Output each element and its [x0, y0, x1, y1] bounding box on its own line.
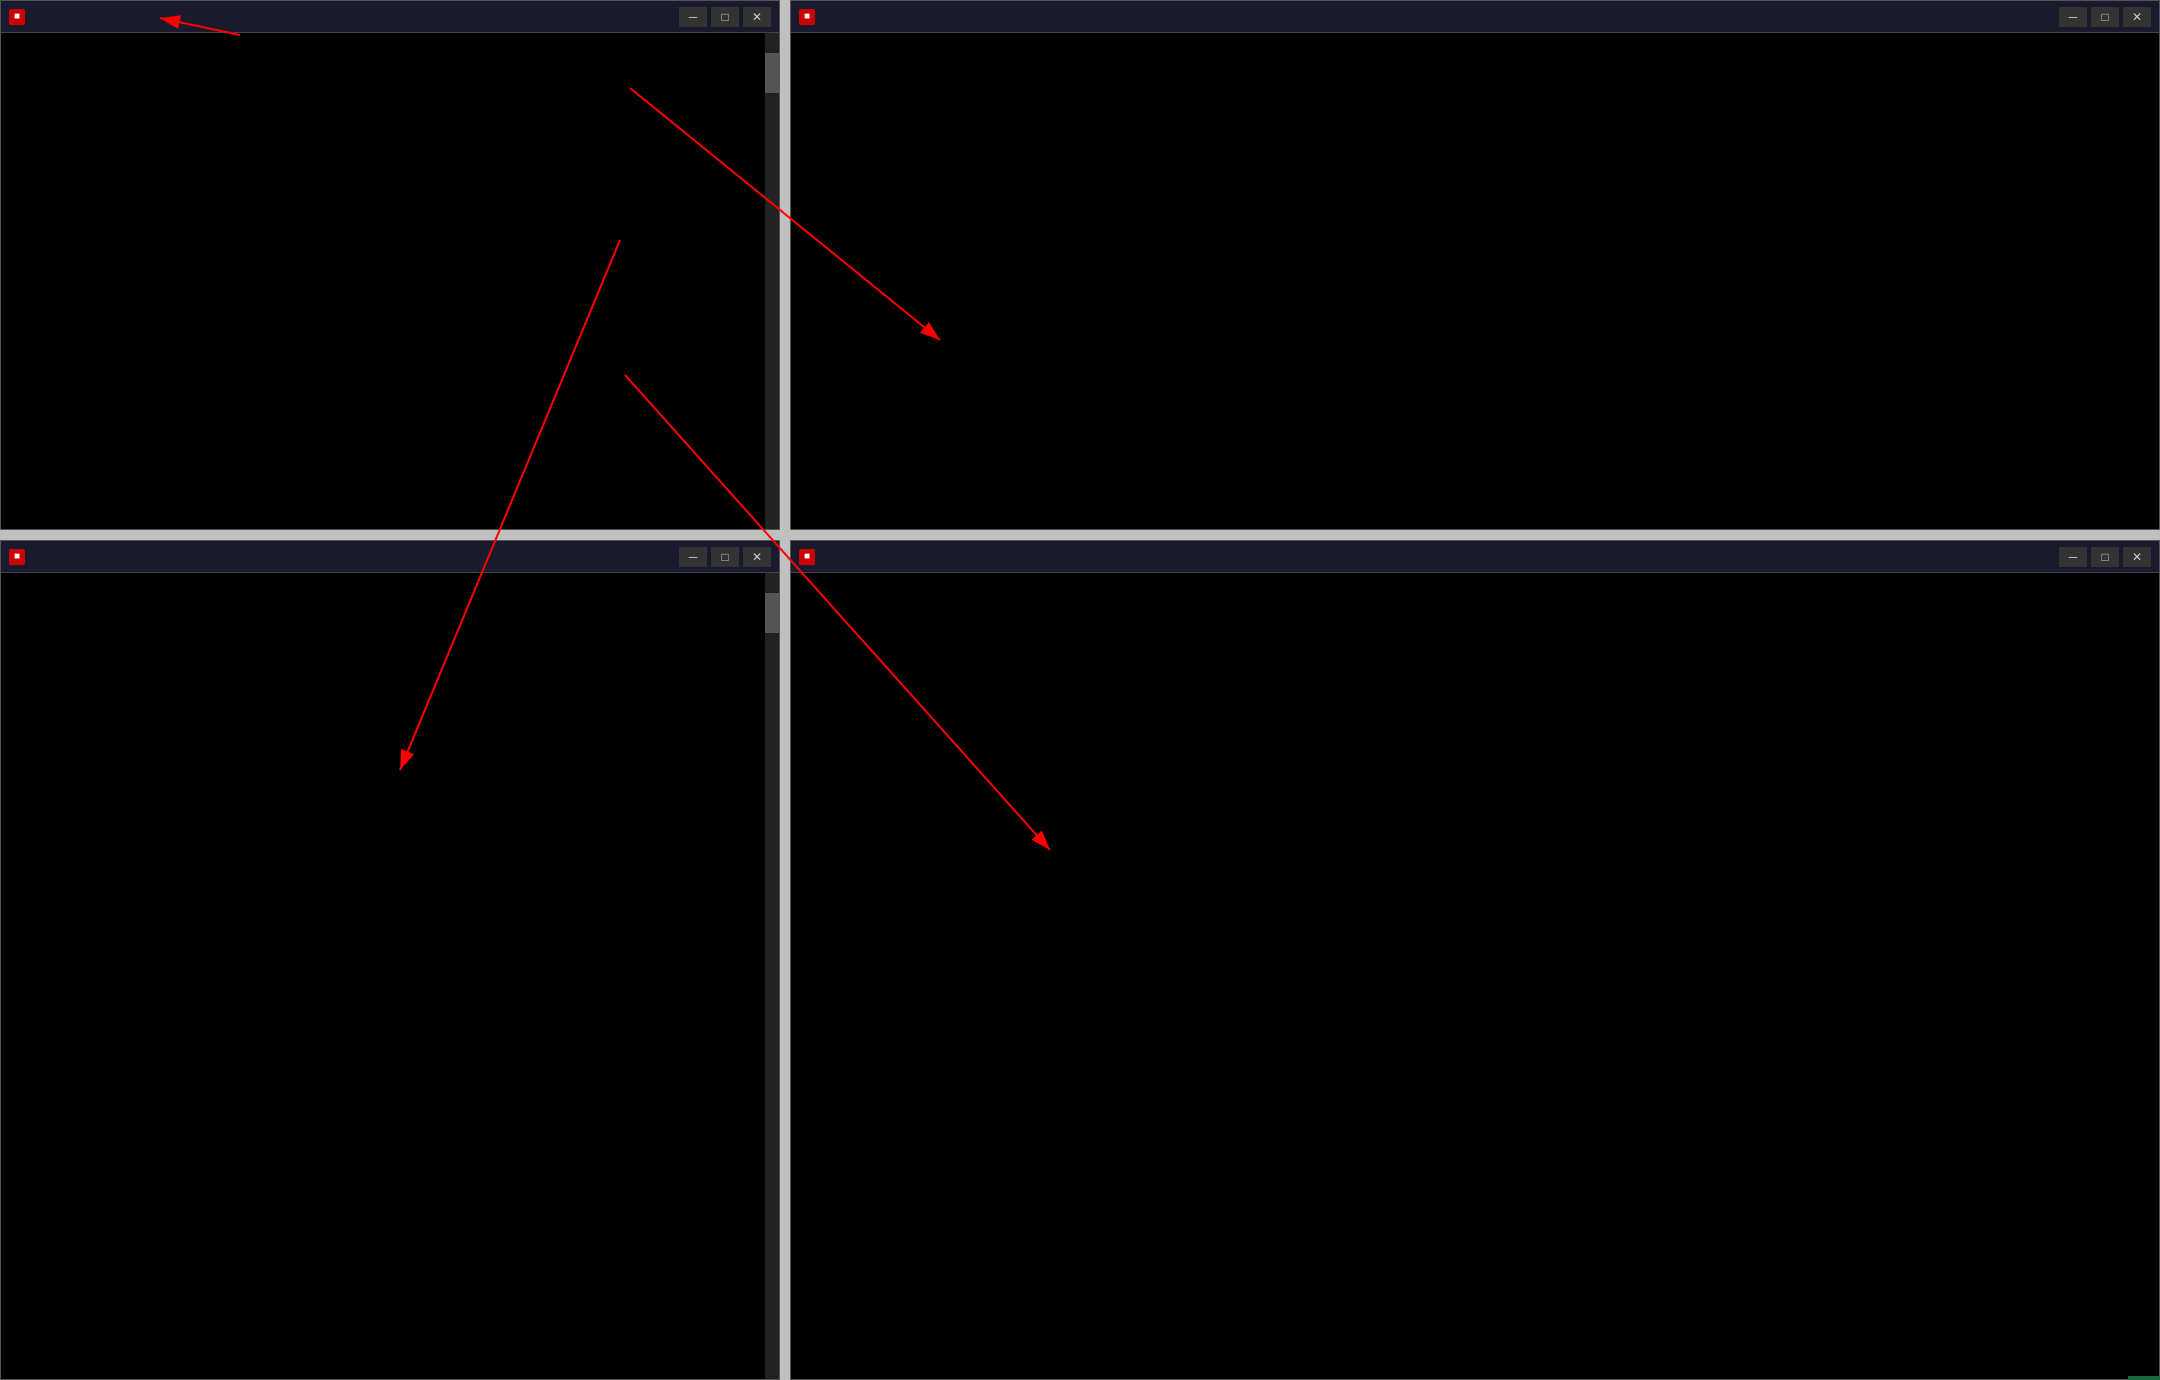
- status-bar: [2128, 1376, 2160, 1380]
- window-icon-6379: ■: [9, 9, 25, 25]
- scrollbar-thumb-6379[interactable]: [765, 53, 779, 93]
- titlebar-redis-6381: ■ ─ □ ✕: [1, 541, 779, 573]
- terminal-content-6381: [1, 573, 779, 1379]
- terminal-6381: [1, 573, 779, 1379]
- scrollbar-6381[interactable]: [765, 573, 779, 1379]
- maximize-btn-6379[interactable]: □: [711, 7, 739, 27]
- minimize-btn-6382[interactable]: ─: [2059, 547, 2087, 567]
- minimize-btn-6380[interactable]: ─: [2059, 7, 2087, 27]
- minimize-btn-6379[interactable]: ─: [679, 7, 707, 27]
- terminal-content-6382: [791, 573, 2159, 1379]
- terminal-6380: [791, 33, 2159, 529]
- close-btn-6380[interactable]: ✕: [2123, 7, 2151, 27]
- window-redis-6379[interactable]: ■ ─ □ ✕: [0, 0, 780, 530]
- close-btn-6381[interactable]: ✕: [743, 547, 771, 567]
- window-redis-6380[interactable]: ■ ─ □ ✕: [790, 0, 2160, 530]
- titlebar-redis-6380: ■ ─ □ ✕: [791, 1, 2159, 33]
- close-btn-6379[interactable]: ✕: [743, 7, 771, 27]
- terminal-content-6380: [791, 33, 2159, 529]
- window-icon-6382: ■: [799, 549, 815, 565]
- window-redis-6382[interactable]: ■ ─ □ ✕: [790, 540, 2160, 1380]
- maximize-btn-6380[interactable]: □: [2091, 7, 2119, 27]
- maximize-btn-6382[interactable]: □: [2091, 547, 2119, 567]
- titlebar-redis-6382: ■ ─ □ ✕: [791, 541, 2159, 573]
- window-controls-6379[interactable]: ─ □ ✕: [679, 7, 771, 27]
- window-redis-6381[interactable]: ■ ─ □ ✕: [0, 540, 780, 1380]
- maximize-btn-6381[interactable]: □: [711, 547, 739, 567]
- window-controls-6380[interactable]: ─ □ ✕: [2059, 7, 2151, 27]
- window-icon-6381: ■: [9, 549, 25, 565]
- window-icon-6380: ■: [799, 9, 815, 25]
- minimize-btn-6381[interactable]: ─: [679, 547, 707, 567]
- scrollbar-thumb-6381[interactable]: [765, 593, 779, 633]
- window-controls-6381[interactable]: ─ □ ✕: [679, 547, 771, 567]
- terminal-6382: [791, 573, 2159, 1379]
- scrollbar-6379[interactable]: [765, 33, 779, 529]
- window-controls-6382[interactable]: ─ □ ✕: [2059, 547, 2151, 567]
- terminal-content-6379: [1, 33, 779, 529]
- terminal-6379: [1, 33, 779, 529]
- titlebar-redis-6379: ■ ─ □ ✕: [1, 1, 779, 33]
- close-btn-6382[interactable]: ✕: [2123, 547, 2151, 567]
